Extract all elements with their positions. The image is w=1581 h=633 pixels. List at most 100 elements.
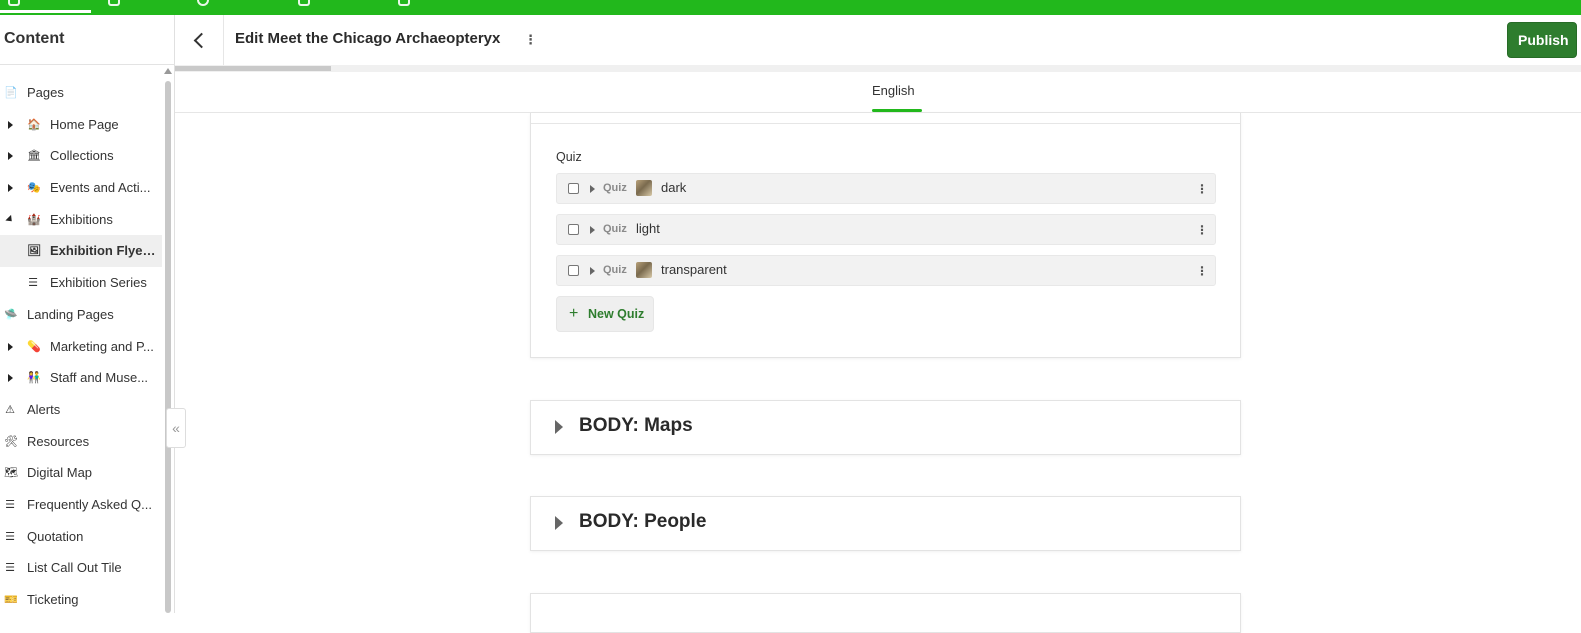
row-more-options-icon[interactable]: ⋮ <box>1196 182 1208 196</box>
sidebar-item[interactable]: 🎭 Events and Acti... <box>0 172 162 204</box>
tab-settings-icon[interactable] <box>197 0 211 12</box>
sidebar-item[interactable]: ☰ Exhibition Series <box>0 267 162 299</box>
expand-caret-icon[interactable] <box>8 374 13 383</box>
sidebar-item[interactable]: 📄 Pages <box>0 77 162 109</box>
row-more-options-icon[interactable]: ⋮ <box>1196 223 1208 237</box>
sidebar-item-label: Events and Acti... <box>50 180 151 196</box>
sidebar-item-label: Staff and Muse... <box>50 370 149 386</box>
people-icon: 👫 <box>27 372 41 385</box>
expand-caret-icon[interactable] <box>8 120 13 129</box>
card-divider <box>531 123 1240 124</box>
sidebar-item[interactable]: ⚠ Alerts <box>0 394 162 426</box>
world-map-icon: 🗺 <box>4 467 18 480</box>
sidebar-item[interactable]: ☰ List Call Out Tile <box>0 552 162 584</box>
horizontal-scrollbar[interactable] <box>175 65 1581 72</box>
house-icon: 🏠 <box>27 118 41 131</box>
tab-english[interactable]: English <box>872 83 915 98</box>
select-checkbox[interactable] <box>568 265 579 276</box>
new-quiz-button[interactable]: + New Quiz <box>556 296 654 332</box>
section-body-maps[interactable]: BODY: Maps <box>530 400 1241 455</box>
sidebar-item-label: Ticketing <box>27 592 79 607</box>
item-type-label: Quiz <box>603 182 627 194</box>
tools-icon: 🛠 <box>4 435 18 448</box>
sidebar-item[interactable]: ☰ Frequently Asked Q... <box>0 489 162 521</box>
horizontal-scrollbar-thumb[interactable] <box>175 66 331 71</box>
sidebar-item[interactable]: 🛠 Resources <box>0 426 162 458</box>
sidebar-item-label: Digital Map <box>27 465 93 481</box>
sidebar-item-label: Pages <box>27 85 64 100</box>
sidebar-item-label: Exhibition Series <box>50 275 147 291</box>
section-title: BODY: Maps <box>579 415 693 436</box>
active-tab-indicator <box>0 10 91 13</box>
sidebar-item[interactable]: 🎫 Ticketing <box>0 584 162 616</box>
sidebar-item[interactable]: ☰ Quotation <box>0 521 162 553</box>
collapse-sidebar-button[interactable]: « <box>166 408 186 448</box>
tab-media-icon[interactable] <box>108 0 122 12</box>
expand-caret-icon[interactable] <box>590 267 595 275</box>
tab-translation-icon[interactable] <box>298 0 312 12</box>
page-title: Edit Meet the Chicago Archaeopteryx <box>235 30 501 47</box>
expand-caret-icon[interactable] <box>8 342 13 351</box>
sidebar-item[interactable]: 🏠 Home Page <box>0 109 162 141</box>
sidebar-item-label: Quotation <box>27 528 84 544</box>
expand-caret-icon[interactable] <box>590 185 595 193</box>
select-checkbox[interactable] <box>568 224 579 235</box>
sidebar-item-label: List Call Out Tile <box>27 560 122 576</box>
sidebar-item[interactable]: 💊 Marketing and P... <box>0 331 162 363</box>
sidebar-item-label: Collections <box>50 148 114 164</box>
more-options-icon[interactable]: ⋮ <box>524 33 537 47</box>
active-language-indicator <box>872 109 922 112</box>
quiz-item-name: dark <box>661 180 687 195</box>
sidebar-scrollbar[interactable] <box>165 81 171 613</box>
sidebar-divider <box>0 64 175 65</box>
list-icon: ☰ <box>5 530 15 543</box>
content-tree-sidebar: Content 📄 Pages 🏠 Home Page 🏛 Collections 🎭 Eve… <box>0 15 175 613</box>
page-icon: 📄 <box>4 87 18 99</box>
tab-forms-icon[interactable] <box>398 0 412 12</box>
scroll-up-arrow-icon[interactable] <box>164 68 172 74</box>
expand-caret-icon[interactable] <box>555 420 563 434</box>
sidebar-item[interactable]: 🏰 Exhibitions <box>0 204 162 236</box>
sidebar-item-label: Frequently Asked Q... <box>27 496 153 512</box>
top-nav-bar <box>0 0 1581 15</box>
quiz-row-dark[interactable]: Quiz dark ⋮ <box>556 173 1216 204</box>
quiz-row-transparent[interactable]: Quiz transparent ⋮ <box>556 255 1216 286</box>
item-type-label: Quiz <box>603 223 627 235</box>
section-title: BODY: People <box>579 511 707 532</box>
sidebar-item-label: Alerts <box>27 401 61 417</box>
ticket-icon: 🎫 <box>4 594 18 606</box>
sidebar-item-label: Home Page <box>50 116 119 132</box>
expand-caret-icon[interactable] <box>8 152 13 161</box>
expand-caret-icon[interactable] <box>590 226 595 234</box>
expand-caret-icon[interactable] <box>8 184 13 193</box>
expand-caret-icon[interactable] <box>555 516 563 530</box>
quiz-field-label: Quiz <box>556 150 582 164</box>
masks-icon: 🎭 <box>27 182 41 195</box>
select-checkbox[interactable] <box>568 183 579 194</box>
framed-picture-icon: 🖼 <box>27 245 41 258</box>
publish-button[interactable]: Publish <box>1507 22 1577 58</box>
pill-icon: 💊 <box>27 340 41 353</box>
sidebar-item[interactable]: 👫 Staff and Muse... <box>0 362 162 394</box>
header-divider <box>223 15 224 65</box>
sidebar-item[interactable]: 🛸 Landing Pages <box>0 299 162 331</box>
quiz-row-light[interactable]: Quiz light ⋮ <box>556 214 1216 245</box>
sidebar-item[interactable]: 🖼 Exhibition Flyer ... <box>0 235 162 268</box>
thumbnail-image <box>636 180 652 196</box>
ufo-icon: 🛸 <box>4 308 18 321</box>
thumbnail-image <box>636 262 652 278</box>
sidebar-item[interactable]: 🗺 Digital Map <box>0 457 162 489</box>
content-tree: 📄 Pages 🏠 Home Page 🏛 Collections 🎭 Events and … <box>0 77 162 616</box>
section-body-people[interactable]: BODY: People <box>530 496 1241 551</box>
sidebar-item[interactable]: 🏛 Collections <box>0 140 162 172</box>
plus-icon: + <box>569 305 579 322</box>
section-next[interactable] <box>530 593 1241 633</box>
collapse-caret-icon[interactable] <box>5 214 15 224</box>
back-button[interactable] <box>189 29 211 51</box>
quiz-item-name: transparent <box>661 262 727 277</box>
row-more-options-icon[interactable]: ⋮ <box>1196 264 1208 278</box>
sidebar-item-label: Resources <box>27 433 90 449</box>
item-type-label: Quiz <box>603 264 627 276</box>
quiz-field-card: Quiz Quiz dark ⋮ Quiz light ⋮ Quiz trans… <box>530 113 1241 358</box>
editor-header: Edit Meet the Chicago Archaeopteryx ⋮ Pu… <box>175 15 1581 65</box>
